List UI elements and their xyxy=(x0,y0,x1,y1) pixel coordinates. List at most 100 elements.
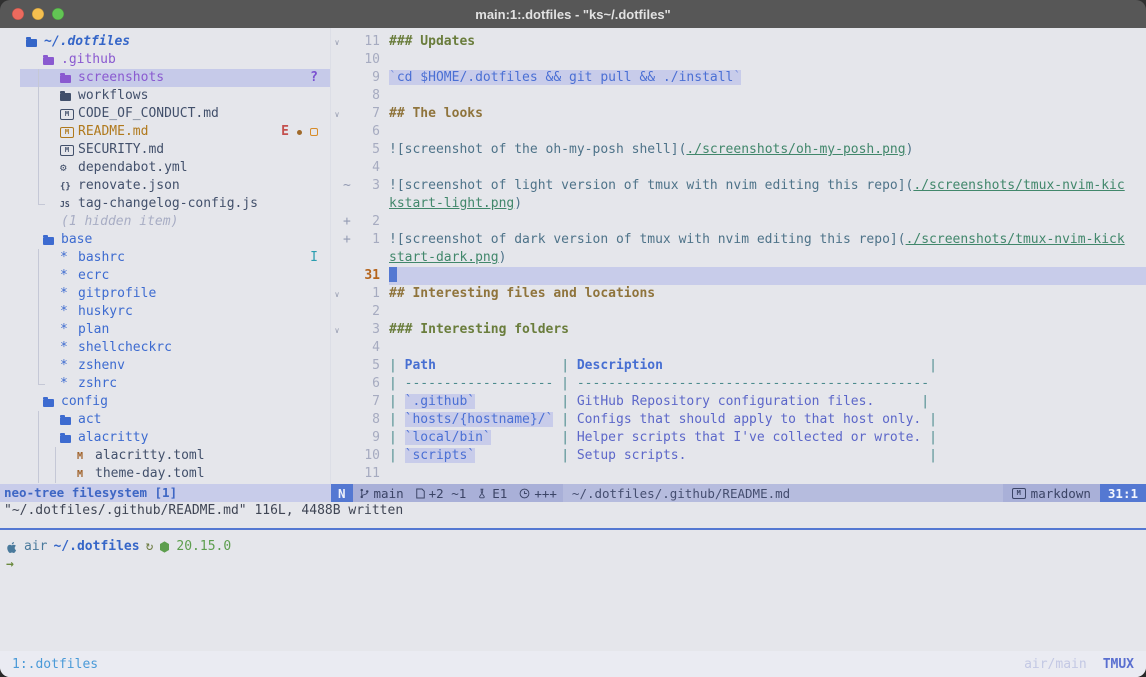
toml-icon xyxy=(77,447,94,466)
tree-item-tag-changelog-config-js[interactable]: tag-changelog-config.js xyxy=(0,195,330,213)
editor-line[interactable]: 9`cd $HOME/.dotfiles && git pull && ./in… xyxy=(331,69,1146,87)
editor-line[interactable]: +1![screenshot of dark version of tmux w… xyxy=(331,231,1146,249)
editor-line[interactable]: ∨3### Interesting folders xyxy=(331,321,1146,339)
editor-line[interactable]: +2 xyxy=(331,213,1146,231)
tree-item-alacritty-toml[interactable]: alacritty.toml xyxy=(0,447,330,465)
tree-indent-guide xyxy=(26,267,43,285)
tree-item-workflows[interactable]: workflows xyxy=(0,87,330,105)
star-icon xyxy=(60,375,77,393)
close-button[interactable] xyxy=(12,8,24,20)
tree-item-readme-md[interactable]: README.mdE xyxy=(0,123,330,141)
line-text: `cd $HOME/.dotfiles && git pull && ./ins… xyxy=(389,69,1146,87)
tree-item-code-of-conduct-md[interactable]: CODE_OF_CONDUCT.md xyxy=(0,105,330,123)
editor-line[interactable]: 10| `scripts` | Setup scripts. | xyxy=(331,447,1146,465)
tree-item-screenshots[interactable]: screenshots? xyxy=(0,69,330,87)
toml-icon xyxy=(77,465,94,484)
editor-line[interactable]: ∨7## The looks xyxy=(331,105,1146,123)
tree-item-theme-day-toml[interactable]: theme-day.toml xyxy=(0,465,330,483)
git-sign xyxy=(343,285,354,303)
folder-icon xyxy=(60,91,77,101)
fold-marker xyxy=(331,357,343,375)
node-hexagon-icon xyxy=(159,541,170,553)
tree-item-zshrc[interactable]: zshrc xyxy=(0,375,330,393)
line-number: 5 xyxy=(354,357,389,375)
fold-marker[interactable]: ∨ xyxy=(331,105,343,123)
star-icon xyxy=(60,321,77,339)
tree-item-zshenv[interactable]: zshenv xyxy=(0,357,330,375)
editor-line[interactable]: ∨1## Interesting files and locations xyxy=(331,285,1146,303)
editor-line[interactable]: 8 xyxy=(331,87,1146,105)
tree-indent-guide xyxy=(43,411,60,429)
line-number xyxy=(354,195,389,213)
editor-line[interactable]: start-dark.png) xyxy=(331,249,1146,267)
mode-indicator: N xyxy=(331,484,353,502)
tree-item-ecrc[interactable]: ecrc xyxy=(0,267,330,285)
editor-line[interactable]: 10 xyxy=(331,51,1146,69)
tree-item-huskyrc[interactable]: huskyrc xyxy=(0,303,330,321)
fold-marker xyxy=(331,267,343,285)
fold-marker xyxy=(331,69,343,87)
tree-indent-guide xyxy=(60,447,77,465)
tree-item-base[interactable]: base xyxy=(0,231,330,249)
tree-item-act[interactable]: act xyxy=(0,411,330,429)
tree-item-plan[interactable]: plan xyxy=(0,321,330,339)
tree-item-gitprofile[interactable]: gitprofile xyxy=(0,285,330,303)
tree-item-alacritty[interactable]: alacritty xyxy=(0,429,330,447)
git-sign xyxy=(343,51,354,69)
zoom-button[interactable] xyxy=(52,8,64,20)
fold-marker[interactable]: ∨ xyxy=(331,285,343,303)
tree-item-label: CODE_OF_CONDUCT.md xyxy=(77,105,219,123)
editor-line[interactable]: 2 xyxy=(331,303,1146,321)
editor-line[interactable]: ~3![screenshot of light version of tmux … xyxy=(331,177,1146,195)
apple-icon xyxy=(6,541,18,554)
folder-icon xyxy=(60,73,77,83)
fold-marker[interactable]: ∨ xyxy=(331,321,343,339)
command-line-message: "~/.dotfiles/.github/README.md" 116L, 44… xyxy=(0,502,1146,520)
editor-line[interactable]: 9| `local/bin` | Helper scripts that I'v… xyxy=(331,429,1146,447)
tree-indent-guide xyxy=(26,429,43,447)
tree-item-security-md[interactable]: SECURITY.md xyxy=(0,141,330,159)
tree-item-dotfiles[interactable]: ~/.dotfiles xyxy=(0,33,330,51)
neo-tree-statusline: neo-tree filesystem [1] xyxy=(0,484,331,502)
fold-marker[interactable]: ∨ xyxy=(331,33,343,51)
editor-line[interactable]: 5![screenshot of the oh-my-posh shell](.… xyxy=(331,141,1146,159)
tree-item-dependabot-yml[interactable]: dependabot.yml xyxy=(0,159,330,177)
cursor-position: 31:1 xyxy=(1100,484,1146,502)
editor-line[interactable]: 31 xyxy=(331,267,1146,285)
tree-item-github[interactable]: .github xyxy=(0,51,330,69)
fold-marker xyxy=(331,447,343,465)
star-icon xyxy=(60,267,77,285)
tree-item-label: huskyrc xyxy=(77,303,133,321)
editor-line[interactable]: 4 xyxy=(331,339,1146,357)
line-number xyxy=(354,249,389,267)
editor-line[interactable]: 8| `hosts/{hostname}/` | Configs that sh… xyxy=(331,411,1146,429)
editor-line[interactable]: 6| ------------------- | ---------------… xyxy=(331,375,1146,393)
editor-line[interactable]: 6 xyxy=(331,123,1146,141)
tree-item-renovate-json[interactable]: renovate.json xyxy=(0,177,330,195)
line-number: 11 xyxy=(354,465,389,483)
editor-line[interactable]: 11 xyxy=(331,465,1146,483)
editor-line[interactable]: 7| `.github` | GitHub Repository configu… xyxy=(331,393,1146,411)
star-icon xyxy=(60,303,77,321)
editor-line[interactable]: 5| Path | Description | xyxy=(331,357,1146,375)
editor-line[interactable]: ∨11### Updates xyxy=(331,33,1146,51)
tree-item-label: SECURITY.md xyxy=(77,141,164,159)
editor-line[interactable]: kstart-light.png) xyxy=(331,195,1146,213)
tree-indent-guide xyxy=(43,375,60,393)
branch-name: main xyxy=(374,486,404,501)
titlebar[interactable]: main:1:.dotfiles - "ks~/.dotfiles" xyxy=(0,0,1146,28)
editor-line[interactable]: 4 xyxy=(331,159,1146,177)
git-sign xyxy=(343,303,354,321)
tree-item-bashrc[interactable]: bashrcI xyxy=(0,249,330,267)
minimize-button[interactable] xyxy=(32,8,44,20)
editor-buffer[interactable]: ∨11### Updates109`cd $HOME/.dotfiles && … xyxy=(331,28,1146,484)
tree-indent-guide xyxy=(26,285,43,303)
tmux-window-label[interactable]: 1:.dotfiles xyxy=(12,657,98,672)
flask-icon xyxy=(478,488,488,499)
tree-item-shellcheckrc[interactable]: shellcheckrc xyxy=(0,339,330,357)
tree-item-config[interactable]: config xyxy=(0,393,330,411)
tree-item-1-hidden-item[interactable]: (1 hidden item) xyxy=(0,213,330,231)
diagnostic-error-badge: E xyxy=(281,123,289,141)
shell-pane[interactable]: air ~/.dotfiles ↻ 20.15.0 → xyxy=(0,530,1146,651)
tree-indent-guide xyxy=(26,159,43,177)
